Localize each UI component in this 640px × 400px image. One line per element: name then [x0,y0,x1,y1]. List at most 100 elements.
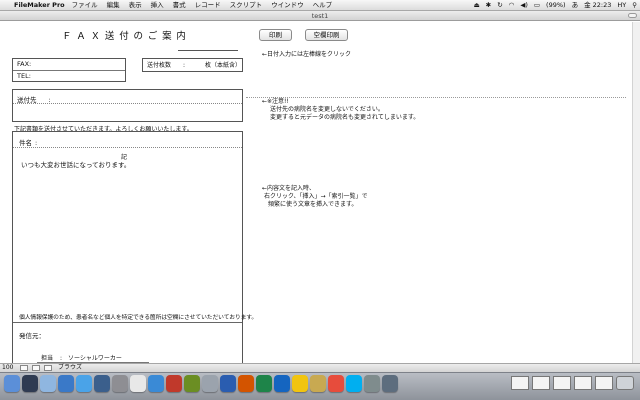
eject-icon[interactable]: ⏏ [474,0,480,11]
contact-sep: : [60,355,63,362]
menu-file[interactable]: ファイル [72,0,98,11]
note-body-instruction: ←内容文を記入時、 右クリック、「挿入」→「索引一覧」で 頻繁に使う文章を挿入で… [262,185,368,209]
blank-print-button[interactable]: 空欄印刷 [305,29,348,41]
subject-label: 件名 [19,139,32,147]
vertical-scrollbar[interactable] [632,22,640,363]
photo-booth-icon[interactable] [166,375,182,392]
privacy-divider [13,322,242,323]
subject-sep: : [35,139,38,147]
tel-label: TEL: [17,72,31,80]
iphoto-icon[interactable] [184,375,200,392]
contact-field[interactable]: 担当: ソーシャルワーカー [41,353,122,362]
menu-window[interactable]: ウインドウ [271,0,304,11]
ical-icon[interactable] [130,375,146,392]
battery-icon[interactable]: ▭ [534,0,540,11]
menu-edit[interactable]: 編集 [107,0,120,11]
window-title: test1 [311,12,329,20]
chrome-icon[interactable] [328,375,344,392]
input-method-icon[interactable]: あ [572,0,579,11]
note-body-line-3: 頻繁に使う文章を挿入できます。 [268,201,358,208]
note-body-line-2: 右クリック、「挿入」→「索引一覧」で [264,193,368,200]
network-icon[interactable] [310,375,326,392]
menubar-clock[interactable]: 金 22:23 [584,0,611,11]
dashboard-icon[interactable] [22,375,38,392]
bluetooth-icon[interactable]: ✱ [486,0,491,11]
minimized-window-2[interactable] [532,376,550,390]
menu-view[interactable]: 表示 [129,0,142,11]
safari-icon[interactable] [58,375,74,392]
note-date-instruction: ←日付入力には左棒線をクリック [262,51,352,58]
subject-field[interactable]: 件名: [19,137,37,147]
toolbar-toggle-button[interactable] [628,13,637,18]
word-icon[interactable] [220,375,236,392]
contact-role: ソーシャルワーカー [68,355,122,362]
zoom-out-icon[interactable] [20,365,28,371]
app-store-icon[interactable] [76,375,92,392]
body-box: 件名: 記 いつも大変お世話になっております。 個人情報保護のため、患者名など個… [12,131,257,363]
layout-area: ＦＡＸ送付のご案内 印刷 空欄印刷 FAX: TEL: 送付枚数: 枚（本紙含） … [0,22,632,363]
utilities-icon[interactable] [382,375,398,392]
print-button[interactable]: 印刷 [259,29,292,41]
sync-icon[interactable]: ↻ [497,0,502,11]
recipient-field[interactable]: 送付先: [12,89,243,122]
privacy-notice: 個人情報保護のため、患者名など個人を特定できる箇所は空欄にさせていただいておりま… [19,315,258,321]
spotlight-icon[interactable]: ⚲ [632,0,637,11]
filemaker-icon[interactable] [364,375,380,392]
fax-field[interactable]: FAX: [13,59,125,70]
wifi-icon[interactable]: ◠ [509,0,515,11]
minimized-window-5[interactable] [595,376,613,390]
menu-bar: FileMaker Pro ファイル 編集 表示 挿入 書式 レコード スクリプ… [0,0,640,11]
dock [0,372,640,400]
minimized-window-4[interactable] [574,376,592,390]
mail-icon[interactable] [40,375,56,392]
window-titlebar: test1 [0,11,640,21]
trash-icon[interactable] [616,376,634,390]
finder-icon[interactable] [4,375,20,392]
mode-label[interactable]: ブラウズ [58,364,82,372]
menu-format[interactable]: 書式 [173,0,186,11]
note-caution-line-3: 変更すると元データの病院名も変更されてしまいます。 [270,114,420,121]
fax-tel-box: FAX: TEL: [12,58,126,82]
menu-records[interactable]: レコード [195,0,221,11]
battery-percent: (99%) [546,1,566,9]
volume-icon[interactable]: ◀) [520,0,528,11]
body-text-field[interactable]: いつも大変お世話になっております。 [21,159,130,169]
note-body-line-1: ←内容文を記入時、 [262,185,316,192]
note-caution-line-1: ←※注意!! [262,98,289,105]
contact-label: 担当 [41,355,54,362]
subject-divider [13,147,242,148]
powerpoint-icon[interactable] [238,375,254,392]
recipient-divider [13,103,242,104]
note-caution: ←※注意!! 送付先の病院名を変更しないでください。 変更すると元データの病院名… [262,98,419,122]
system-preferences-icon[interactable] [112,375,128,392]
status-bar: 100 ブラウズ [0,363,640,372]
dock-minimized-windows [511,376,634,390]
menu-help[interactable]: ヘルプ [313,0,333,11]
zoom-in-icon[interactable] [32,365,40,371]
fax-title: ＦＡＸ送付のご案内 [62,31,191,42]
pages-label: 送付枚数 [147,62,172,69]
tel-field[interactable]: TEL: [13,70,125,81]
menu-insert[interactable]: 挿入 [151,0,164,11]
status-toolbar-icon[interactable] [44,365,52,371]
itunes-icon[interactable] [148,375,164,392]
zoom-level[interactable]: 100 [2,364,16,372]
excel-icon[interactable] [256,375,272,392]
sender-label: 発信元： [19,332,45,340]
outlook-icon[interactable] [274,375,290,392]
time-machine-icon[interactable] [94,375,110,392]
minimized-window-1[interactable] [511,376,529,390]
pages-unit: 枚（本紙含） [205,62,242,69]
menubar-user[interactable]: HY [617,0,626,11]
skype-icon[interactable] [346,375,362,392]
pages-field[interactable]: 送付枚数: 枚（本紙含） [142,58,243,72]
menu-scripts[interactable]: スクリプト [230,0,263,11]
messenger-icon[interactable] [292,375,308,392]
minimized-window-3[interactable] [553,376,571,390]
menu-app-name[interactable]: FileMaker Pro [14,0,65,11]
preview-icon[interactable] [202,375,218,392]
fax-label: FAX: [17,60,32,68]
dock-icons [4,375,398,392]
note-caution-line-2: 送付先の病院名を変更しないでください。 [270,106,384,113]
date-field[interactable] [178,50,238,51]
